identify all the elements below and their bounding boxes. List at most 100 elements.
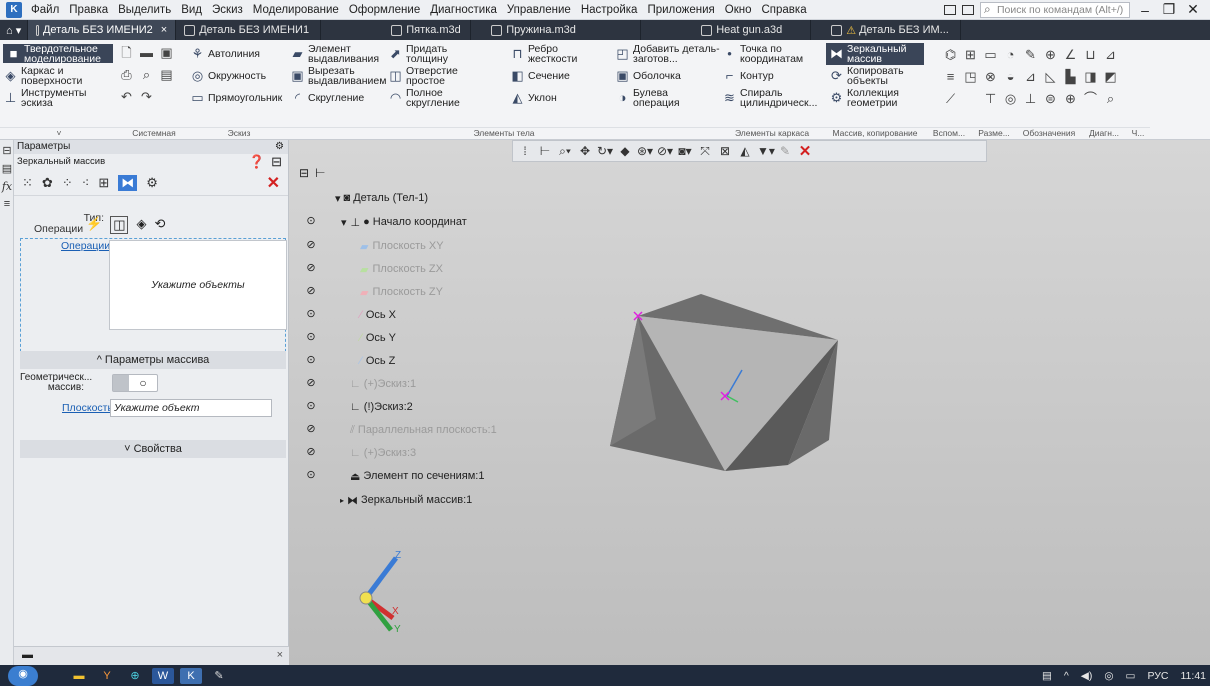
explorer-icon[interactable]: ▬ — [68, 668, 90, 684]
eye-icon[interactable]: ⊙ — [303, 307, 319, 320]
eye-hidden-icon[interactable]: ⊘ — [303, 376, 319, 389]
clock[interactable]: 11:41 — [1181, 670, 1207, 682]
aux-icon[interactable]: ⊕ — [1042, 46, 1059, 63]
tree-item-axis-z[interactable]: ⁄ Ось Z — [360, 353, 395, 369]
eye-hidden-icon[interactable]: ⊘ — [303, 261, 319, 274]
operations-link[interactable]: Операции — [61, 240, 110, 252]
hide-icon[interactable]: ⊘▾ — [657, 144, 673, 158]
spiral-button[interactable]: ≋ Спираль цилиндрическ... — [722, 88, 828, 109]
menu-edit[interactable]: Правка — [64, 4, 113, 16]
paint-icon[interactable]: ✎ — [208, 668, 230, 684]
group-label-frame[interactable]: Элементы каркаса — [720, 127, 824, 139]
bodies-type-icon[interactable]: ◈ — [136, 216, 146, 234]
group-label-notation[interactable]: Обозначения — [1016, 127, 1082, 139]
objects-list[interactable]: Укажите объекты — [109, 240, 287, 330]
language-indicator[interactable]: РУС — [1147, 670, 1168, 682]
tree-item-origin[interactable]: ▾ ⊥ ● Начало координат — [341, 214, 467, 230]
grid-array-icon[interactable]: ⁙ — [22, 175, 33, 191]
eye-hidden-icon[interactable]: ⊘ — [303, 422, 319, 435]
aux-icon[interactable]: ≡ — [942, 68, 959, 85]
aux-icon[interactable]: ⟋ — [942, 90, 959, 107]
rotate-icon[interactable]: ↻▾ — [597, 144, 613, 158]
tree-item-sketch-2[interactable]: ∟ (!)Эскиз:2 — [350, 399, 413, 415]
tree-toggle-icon[interactable]: ⊟ — [271, 154, 282, 170]
thicken-button[interactable]: ⬈ Придать толщину — [388, 44, 476, 65]
properties-section[interactable]: ˅ Свойства — [20, 440, 286, 458]
group-label-sketch[interactable]: Эскиз — [190, 127, 288, 139]
properties-icon[interactable]: ▤ — [1, 162, 13, 176]
panel-toggle-icon[interactable] — [944, 4, 956, 15]
restore-icon[interactable]: ❐ — [1160, 1, 1178, 18]
eye-icon[interactable]: ⊙ — [303, 330, 319, 343]
menu-sketch[interactable]: Эскиз — [207, 4, 248, 16]
keyboard-icon[interactable]: ▤ — [1042, 670, 1052, 682]
section-button[interactable]: ◧ Сечение — [510, 68, 570, 83]
menu-file[interactable]: Файл — [26, 4, 64, 16]
point-by-coords-button[interactable]: • Точка по координатам — [722, 44, 830, 65]
menu-control[interactable]: Управление — [502, 4, 576, 16]
kompas-icon[interactable]: K — [180, 667, 202, 684]
aux-icon[interactable]: ◒ — [1002, 68, 1019, 85]
curve-array-icon[interactable]: ⁘ — [62, 175, 73, 191]
menu-modeling[interactable]: Моделирование — [248, 4, 344, 16]
aux-icon[interactable]: ◨ — [1082, 68, 1099, 85]
mic-icon[interactable]: ◎ — [1104, 670, 1113, 682]
save-as-icon[interactable]: ▤ — [158, 66, 175, 83]
cut-extrude-button[interactable]: ▣ Вырезать выдавливанием — [290, 66, 386, 87]
solid-modeling-button[interactable]: ■ Твердотельное моделирование — [3, 43, 113, 64]
footer-close-icon[interactable]: × — [277, 649, 283, 661]
mirror-array-button[interactable]: ⧓ Зеркальный массив — [826, 43, 924, 65]
home-icon[interactable]: ⌂ ▾ — [0, 20, 29, 40]
wire-surface-button[interactable]: ◈ Каркас и поверхности — [3, 65, 96, 86]
aux-icon[interactable]: ⊞ — [962, 46, 979, 63]
aux-icon[interactable]: ▙ — [1062, 68, 1079, 85]
display-mode-icon[interactable]: ⊛▾ — [637, 144, 653, 158]
browser-icon[interactable]: Y — [96, 668, 118, 684]
group-label-copy[interactable]: Массив, копирование — [824, 127, 926, 139]
group-label-diag[interactable]: Диагн... — [1082, 127, 1126, 139]
extrude-button[interactable]: ▰ Элемент выдавливания — [290, 44, 380, 65]
app-logo-icon[interactable]: K — [6, 1, 22, 18]
tree-item-loft[interactable]: ⏏ Элемент по сечениям:1 — [350, 468, 484, 484]
word-icon[interactable]: W — [152, 667, 174, 684]
eye-icon[interactable]: ⊙ — [303, 399, 319, 412]
aux-icon[interactable]: ⊔ — [1082, 46, 1099, 63]
aux-icon[interactable]: ⊥ — [1022, 90, 1039, 107]
eye-hidden-icon[interactable]: ⊘ — [303, 238, 319, 251]
filter-icon[interactable]: ▼▾ — [757, 144, 775, 158]
tree-item-sketch-3[interactable]: ∟ (+)Эскиз:3 — [350, 445, 416, 461]
geometry-collection-button[interactable]: ⚙ Коллекция геометрии — [829, 88, 917, 109]
network-icon[interactable]: ▭ — [1126, 670, 1136, 682]
tree-item-plane-xy[interactable]: ▰ Плоскость XY — [360, 238, 444, 254]
hole-button[interactable]: ◫ Отверстие простое — [388, 66, 476, 87]
start-button[interactable]: ◉ — [8, 665, 38, 686]
tree-view-icon[interactable]: ⊟ — [299, 166, 309, 180]
circle-button[interactable]: ◎ Окружность — [190, 68, 266, 83]
add-blank-button[interactable]: ◰ Добавить деталь-заготов... — [615, 44, 728, 65]
tree-icon[interactable]: ⊟ — [1, 144, 13, 158]
menu-window[interactable]: Окно — [720, 4, 757, 16]
menu-icon[interactable]: ≡ — [1, 198, 13, 212]
aux-icon[interactable]: ⊤ — [982, 90, 999, 107]
group-label-toggle[interactable]: ˅ — [0, 127, 118, 139]
menu-settings[interactable]: Настройка — [576, 4, 643, 16]
tab-pyatka[interactable]: Пятка.m3d — [321, 20, 472, 40]
eye-icon[interactable]: ⊙ — [303, 468, 319, 481]
redo-icon[interactable]: ↷ — [138, 88, 155, 105]
menu-select[interactable]: Выделить — [113, 4, 176, 16]
pin-icon[interactable]: ⚙ — [275, 140, 284, 154]
sketch-type-icon[interactable]: ⟲ — [154, 216, 165, 234]
boolean-button[interactable]: ◑ Булева операция — [615, 88, 693, 109]
sketch-view-icon[interactable]: ⊢ — [537, 144, 553, 158]
preview-icon[interactable]: ⌕ — [138, 66, 155, 83]
tab-detail-2[interactable]: Деталь БЕЗ ИМЕНИ2 × — [28, 20, 177, 40]
snap-icon[interactable]: ⊠ — [717, 144, 733, 158]
print-icon[interactable]: ⎙ — [118, 66, 135, 83]
menu-apps[interactable]: Приложения — [642, 4, 719, 16]
eye-icon[interactable]: ⊙ — [303, 353, 319, 366]
aux-icon[interactable]: ⌬ — [942, 46, 959, 63]
grid-icon[interactable]: ⁞ — [517, 144, 533, 158]
close-window-icon[interactable]: ✕ — [1184, 1, 1202, 18]
group-label-aux[interactable]: Вспом... — [926, 127, 972, 139]
eye-hidden-icon[interactable]: ⊘ — [303, 445, 319, 458]
